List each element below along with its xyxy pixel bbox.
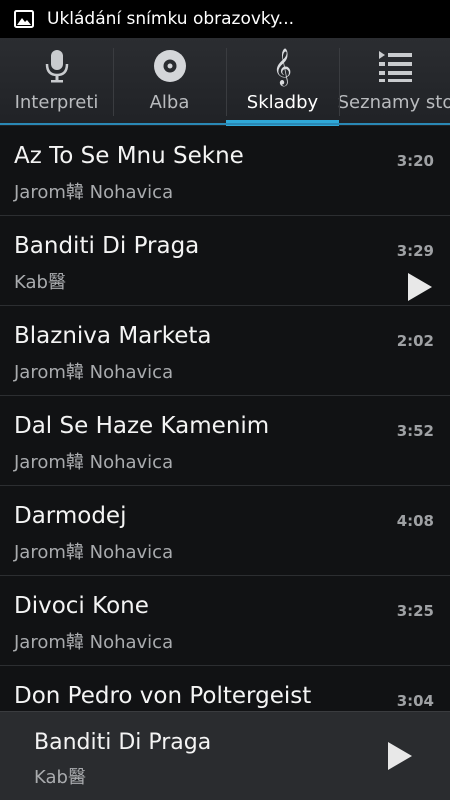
- song-duration: 3:20: [396, 152, 434, 170]
- song-duration: 3:04: [396, 692, 434, 710]
- song-duration: 3:25: [396, 602, 434, 620]
- now-playing-icon: [408, 273, 432, 301]
- song-duration: 3:52: [396, 422, 434, 440]
- tab-interpreti[interactable]: Interpreti: [0, 38, 113, 126]
- song-artist: Kab醫: [14, 272, 66, 293]
- song-title: Divoci Kone: [14, 593, 149, 619]
- song-list[interactable]: Az To Se Mnu Sekne Jarom韓 Nohavica 3:20 …: [0, 126, 450, 711]
- song-duration: 2:02: [396, 332, 434, 350]
- tab-label: Skladby: [246, 92, 319, 113]
- image-icon: [13, 8, 35, 30]
- song-row[interactable]: Banditi Di Praga Kab醫 3:29: [0, 216, 450, 306]
- now-playing-title: Banditi Di Praga: [34, 730, 212, 755]
- song-title: Az To Se Mnu Sekne: [14, 143, 244, 169]
- song-title: Banditi Di Praga: [14, 233, 200, 259]
- song-duration: 3:29: [396, 242, 434, 260]
- song-artist: Jarom韓 Nohavica: [14, 362, 174, 383]
- tab-divider: [339, 48, 340, 116]
- status-bar: Ukládání snímku obrazovky...: [0, 0, 450, 38]
- tab-alba[interactable]: Alba: [113, 38, 226, 126]
- song-title: Darmodej: [14, 503, 127, 529]
- tab-label: Seznamy sto: [337, 92, 450, 113]
- tab-label: Interpreti: [14, 92, 99, 113]
- song-title: Blazniva Marketa: [14, 323, 212, 349]
- song-row[interactable]: Don Pedro von Poltergeist 3:04: [0, 666, 450, 711]
- song-title: Dal Se Haze Kamenim: [14, 413, 270, 439]
- tab-label: Alba: [149, 92, 190, 113]
- song-title: Don Pedro von Poltergeist: [14, 683, 312, 709]
- song-row[interactable]: Az To Se Mnu Sekne Jarom韓 Nohavica 3:20: [0, 126, 450, 216]
- tab-divider: [226, 48, 227, 116]
- microphone-icon: [44, 48, 70, 84]
- tab-bar-underline: [0, 123, 450, 125]
- song-row[interactable]: Blazniva Marketa Jarom韓 Nohavica 2:02: [0, 306, 450, 396]
- disc-icon: [153, 48, 187, 84]
- treble-clef-icon: 𝄞: [273, 47, 292, 85]
- now-playing-bar[interactable]: Banditi Di Praga Kab醫: [0, 711, 450, 800]
- song-duration: 4:08: [396, 512, 434, 530]
- tab-divider: [113, 48, 114, 116]
- play-icon[interactable]: [388, 742, 412, 770]
- tab-skladby[interactable]: 𝄞 Skladby: [226, 38, 339, 126]
- song-artist: Jarom韓 Nohavica: [14, 632, 174, 653]
- song-row[interactable]: Dal Se Haze Kamenim Jarom韓 Nohavica 3:52: [0, 396, 450, 486]
- song-artist: Jarom韓 Nohavica: [14, 542, 174, 563]
- playlist-icon: [378, 48, 414, 84]
- song-artist: Jarom韓 Nohavica: [14, 182, 174, 203]
- song-artist: Jarom韓 Nohavica: [14, 452, 174, 473]
- tab-seznamy[interactable]: Seznamy sto: [337, 38, 450, 126]
- status-notification-text: Ukládání snímku obrazovky...: [47, 9, 295, 29]
- song-row[interactable]: Darmodej Jarom韓 Nohavica 4:08: [0, 486, 450, 576]
- tab-bar: Interpreti Alba 𝄞 Skladby Seznamy sto: [0, 38, 450, 126]
- song-row[interactable]: Divoci Kone Jarom韓 Nohavica 3:25: [0, 576, 450, 666]
- now-playing-artist: Kab醫: [34, 767, 86, 788]
